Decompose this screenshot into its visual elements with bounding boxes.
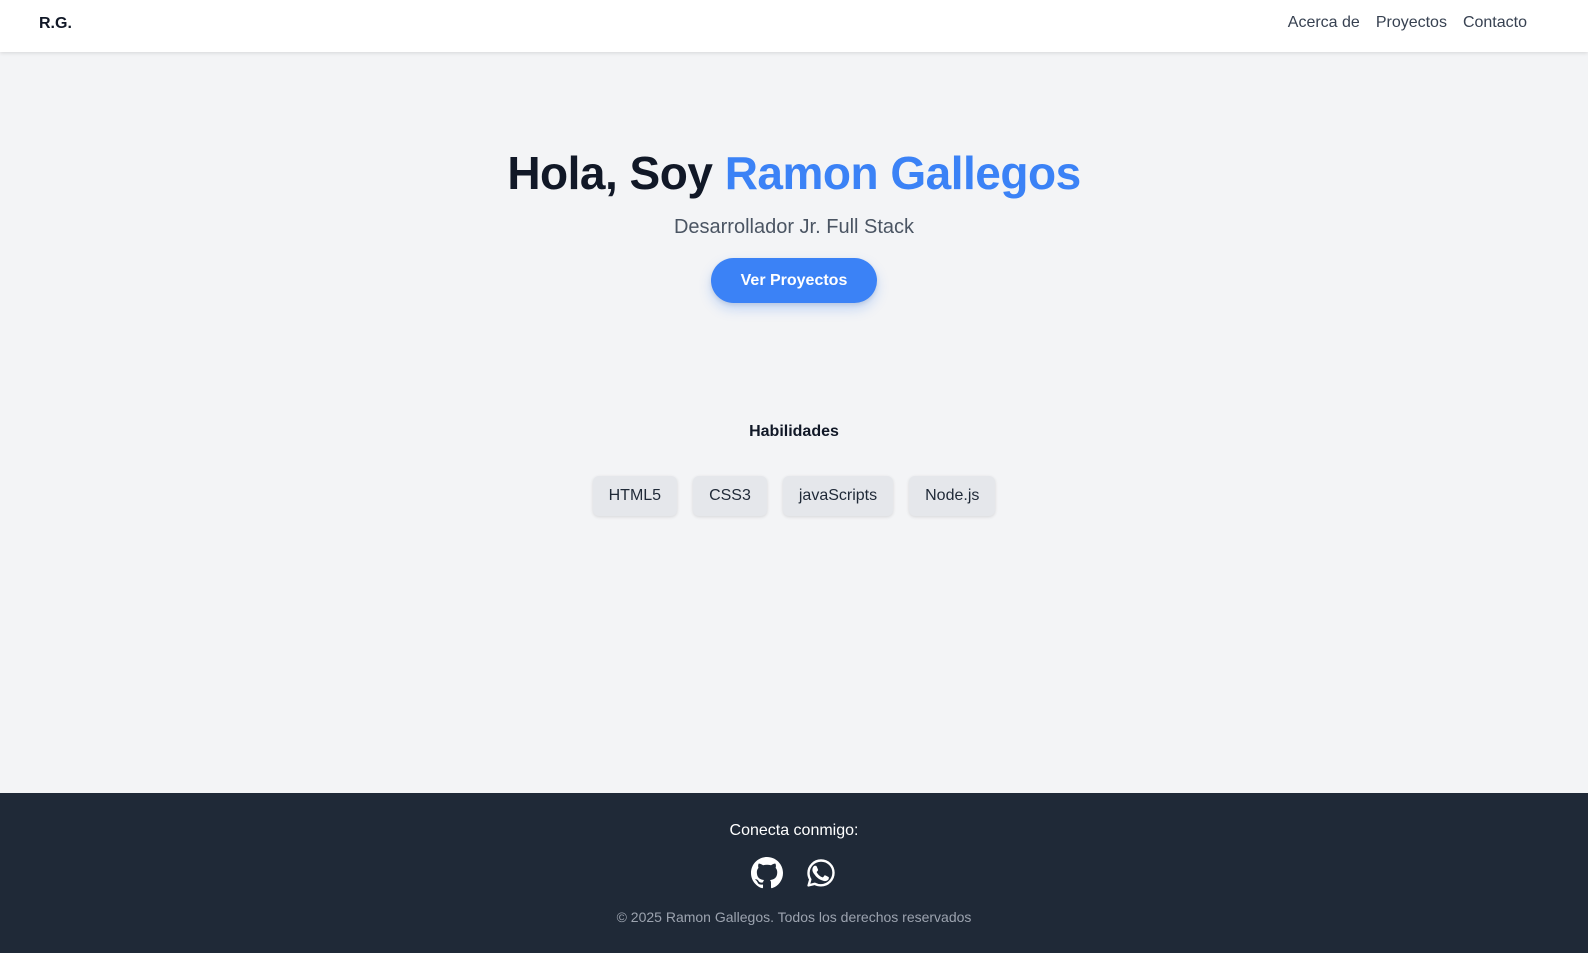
connect-label: Conecta conmigo:: [729, 822, 859, 839]
skills-section: Habilidades HTML5 CSS3 javaScripts Node.…: [0, 420, 1588, 516]
whatsapp-icon: [807, 859, 835, 887]
hero-subtitle: Desarrollador Jr. Full Stack: [673, 216, 915, 238]
skill-chip-javascript: javaScripts: [782, 476, 894, 516]
nav-link-proyectos[interactable]: Proyectos: [1376, 14, 1447, 32]
nav-link-contacto[interactable]: Contacto: [1463, 14, 1527, 32]
ver-proyectos-button[interactable]: Ver Proyectos: [711, 258, 877, 303]
copyright-text: © 2025 Ramon Gallegos. Todos los derecho…: [616, 909, 972, 925]
logo-link[interactable]: R.G.: [39, 15, 72, 33]
hero-section: Hola, Soy Ramon Gallegos Desarrollador J…: [0, 140, 1588, 303]
hero-name: Ramon Gallegos: [724, 147, 1081, 199]
hero-greeting: Hola, Soy: [507, 147, 725, 199]
footer: Conecta conmigo: © 2025 Ramon Gallegos. …: [0, 793, 1588, 953]
github-icon: [751, 857, 783, 889]
page: R.G. Acerca de Proyectos Contacto Hola, …: [0, 0, 1588, 953]
skill-chip-nodejs: Node.js: [909, 476, 996, 516]
github-link[interactable]: [751, 857, 783, 889]
skill-chip-html5: HTML5: [592, 476, 678, 516]
nav-link-acerca[interactable]: Acerca de: [1288, 14, 1360, 32]
whatsapp-link[interactable]: [805, 857, 837, 889]
skill-chip-css3: CSS3: [693, 476, 767, 516]
nav-links: Acerca de Proyectos Contacto: [1288, 14, 1527, 32]
hero-title: Hola, Soy Ramon Gallegos: [0, 140, 1588, 206]
skills-title: Habilidades: [749, 423, 839, 440]
skill-list: HTML5 CSS3 javaScripts Node.js: [0, 476, 1588, 516]
social-links: [0, 857, 1588, 889]
navbar: R.G. Acerca de Proyectos Contacto: [0, 0, 1588, 52]
